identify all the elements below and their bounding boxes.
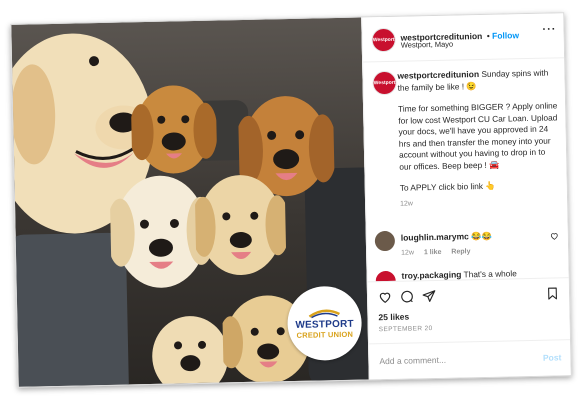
post-photo[interactable]: WESTPORT CREDIT UNION <box>11 17 369 387</box>
logo-line-2: CREDIT UNION <box>296 329 354 340</box>
post-sidebar: Westport westportcreditunion • Follow We… <box>361 13 572 381</box>
caption-body-text: Time for something BIGGER ? Apply online… <box>398 100 558 172</box>
post-location[interactable]: Westport, Mayo <box>401 40 454 50</box>
comment-heart-icon[interactable] <box>550 231 559 240</box>
post-caption: westportcreditunion Sunday spins with th… <box>397 67 560 209</box>
caption-avatar[interactable]: Westport <box>372 70 397 96</box>
commenter-avatar[interactable] <box>374 230 396 252</box>
bookmark-icon[interactable] <box>546 286 559 300</box>
comment-bubble-icon[interactable] <box>400 289 414 303</box>
caption-age: 12w <box>400 199 414 208</box>
instagram-post-card: WESTPORT CREDIT UNION Westport westportc… <box>10 12 572 388</box>
commenter-avatar-2[interactable] <box>375 270 396 282</box>
add-comment-bar: Add a comment... Post <box>369 339 572 381</box>
post-comment-button[interactable]: Post <box>543 352 562 362</box>
post-date: SEPTEMBER 20 <box>378 325 433 334</box>
dog-golden-top-left <box>130 79 218 176</box>
dog-cream-center <box>194 169 287 281</box>
account-avatar[interactable]: Westport <box>371 27 396 53</box>
comment-text: 😂😂 <box>471 230 492 242</box>
follow-button[interactable]: Follow <box>492 30 519 41</box>
caption-avatar-text: Westport <box>373 79 396 87</box>
caption-cta-text: To APPLY click bio link 👆 <box>399 180 496 193</box>
caption-username[interactable]: westportcreditunion <box>397 69 479 81</box>
comment-reply-button[interactable]: Reply <box>451 248 470 255</box>
comment-age: 12w <box>401 249 415 257</box>
more-options-icon[interactable]: ··· <box>542 23 556 35</box>
avatar-text: Westport <box>372 36 395 44</box>
logo-swoosh-icon <box>308 309 340 318</box>
share-send-icon[interactable] <box>422 289 436 303</box>
post-header: Westport westportcreditunion • Follow We… <box>362 13 566 63</box>
comment-likes[interactable]: 1 like <box>424 249 442 256</box>
add-comment-input[interactable]: Add a comment... <box>379 355 446 366</box>
post-actions: 25 likes SEPTEMBER 20 <box>367 277 571 343</box>
comment-username[interactable]: loughlin.marymc <box>401 231 469 242</box>
dog-bottom-left <box>149 310 231 387</box>
comment-item: loughlin.marymc 😂😂 12w 1 like Reply <box>374 227 565 257</box>
like-heart-icon[interactable] <box>378 290 392 304</box>
likes-count[interactable]: 25 likes <box>378 312 409 323</box>
